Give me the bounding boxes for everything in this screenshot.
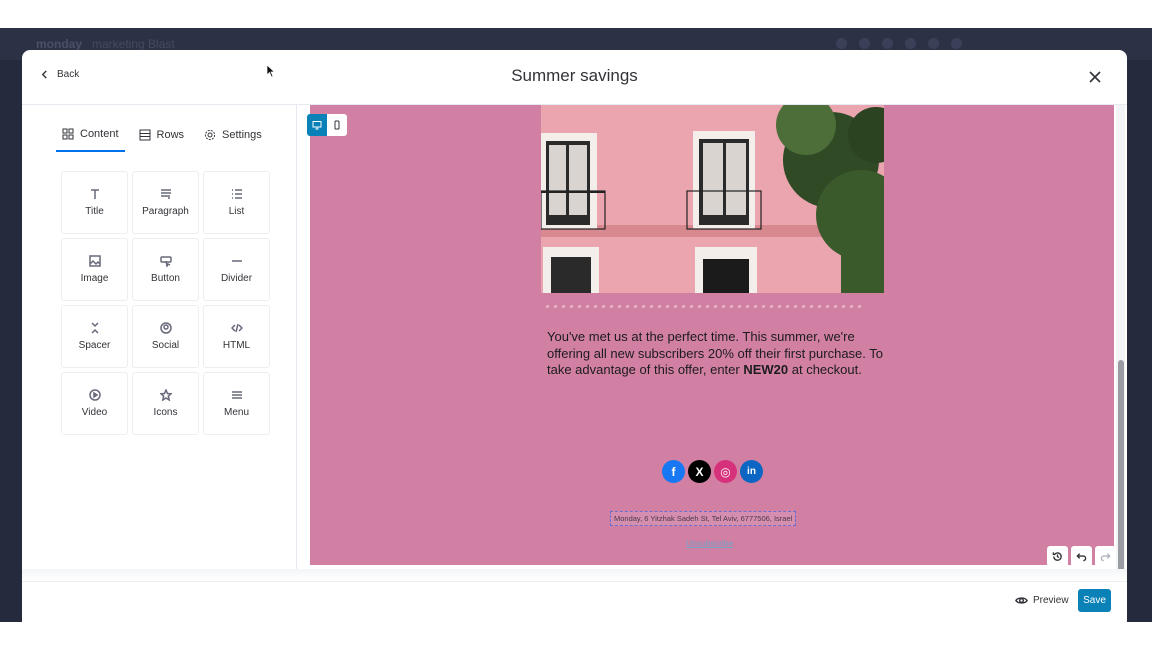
preview-label: Preview <box>1033 595 1069 606</box>
list-icon <box>231 189 242 199</box>
block-title[interactable]: Title <box>61 171 128 234</box>
panel-tabs: Content Rows Settings <box>56 125 276 152</box>
block-label: Menu <box>223 407 249 418</box>
mouse-cursor-icon <box>266 64 276 78</box>
grid-icon <box>62 128 74 140</box>
apps-icon <box>905 38 916 49</box>
block-icons[interactable]: Icons <box>132 372 199 435</box>
email-canvas[interactable]: You've met us at the perfect time. This … <box>310 105 1114 565</box>
block-spacer[interactable]: Spacer <box>61 305 128 368</box>
block-social[interactable]: Social <box>132 305 199 368</box>
instagram-icon[interactable]: ◎ <box>714 460 737 483</box>
block-label: Paragraph <box>142 206 189 217</box>
modal-header: Back Summer savings <box>22 50 1127 105</box>
block-label: List <box>228 206 245 217</box>
block-button[interactable]: Button <box>132 238 199 301</box>
desktop-view-button[interactable] <box>307 114 327 136</box>
history-button[interactable] <box>1047 546 1068 567</box>
paragraph-icon <box>160 189 171 199</box>
content-blocks-grid: Title Paragraph List Image Button Divide… <box>61 171 270 435</box>
block-label: Video <box>81 407 108 418</box>
hero-image[interactable] <box>541 105 884 293</box>
star-icon <box>159 389 172 401</box>
divider-icon <box>231 260 242 262</box>
block-list[interactable]: List <box>203 171 270 234</box>
block-divider[interactable]: Divider <box>203 238 270 301</box>
tab-content-label: Content <box>80 128 119 140</box>
footer-divider <box>22 569 1127 581</box>
mobile-view-button[interactable] <box>327 114 347 136</box>
redo-button[interactable] <box>1095 546 1116 567</box>
undo-button[interactable] <box>1071 546 1092 567</box>
spacer-icon <box>90 322 99 334</box>
eye-icon <box>1015 597 1028 604</box>
save-button[interactable]: Save <box>1078 589 1111 612</box>
body-text-part2: at checkout. <box>788 362 862 377</box>
content-panel: Content Rows Settings Title Paragraph Li… <box>22 105 297 578</box>
tab-rows[interactable]: Rows <box>133 125 191 152</box>
history-controls <box>1047 546 1116 567</box>
x-icon[interactable]: X <box>688 460 711 483</box>
close-icon[interactable] <box>1087 69 1103 85</box>
block-label: Image <box>80 273 109 284</box>
menu-icon <box>231 391 242 399</box>
gear-icon <box>204 129 216 141</box>
invite-icon <box>882 38 893 49</box>
block-label: Button <box>151 273 180 284</box>
block-label: Spacer <box>78 340 111 351</box>
inbox-icon <box>859 38 870 49</box>
tab-content[interactable]: Content <box>56 125 125 152</box>
unsubscribe-link[interactable]: Unsubscribe <box>686 538 733 548</box>
phone-icon <box>334 120 340 130</box>
bottom-margin <box>0 622 1152 648</box>
block-paragraph[interactable]: Paragraph <box>132 171 199 234</box>
tab-rows-label: Rows <box>156 129 185 141</box>
text-t-icon <box>90 189 99 199</box>
block-label: Title <box>85 206 104 217</box>
rows-icon <box>139 129 151 141</box>
button-icon <box>159 256 172 267</box>
monitor-icon <box>312 121 322 130</box>
tab-settings-label: Settings <box>222 129 262 141</box>
footer-address[interactable]: Monday, 6 Yitzhak Sadeh St, Tel Aviv, 67… <box>610 511 797 526</box>
history-icon <box>1052 552 1062 561</box>
block-label: Divider <box>220 273 253 284</box>
dotted-divider <box>546 305 861 308</box>
facebook-icon[interactable]: f <box>662 460 685 483</box>
email-body-paragraph[interactable]: You've met us at the perfect time. This … <box>547 329 887 379</box>
block-image[interactable]: Image <box>61 238 128 301</box>
device-toggle <box>307 114 347 136</box>
block-menu[interactable]: Menu <box>203 372 270 435</box>
preview-button[interactable]: Preview <box>1015 594 1069 607</box>
play-icon <box>88 389 101 401</box>
block-label: HTML <box>222 340 251 351</box>
block-label: Social <box>151 340 180 351</box>
promo-code: NEW20 <box>743 362 789 377</box>
code-icon <box>230 323 243 333</box>
search-icon <box>951 38 962 49</box>
app-topbar-icons <box>836 38 962 49</box>
undo-icon <box>1076 553 1087 562</box>
help-icon <box>928 38 939 49</box>
social-icons-row: f X ◎ in <box>662 460 763 483</box>
app-breadcrumb: marketing Blast <box>92 37 175 51</box>
image-icon <box>88 255 101 267</box>
tab-settings[interactable]: Settings <box>198 125 268 152</box>
app-logo: monday <box>36 37 83 51</box>
block-html[interactable]: HTML <box>203 305 270 368</box>
email-editor-modal: Back Summer savings Content Rows Setting… <box>22 50 1127 622</box>
bell-icon <box>836 38 847 49</box>
user-circle-icon <box>159 322 172 334</box>
redo-icon <box>1100 553 1111 562</box>
block-video[interactable]: Video <box>61 372 128 435</box>
top-margin <box>0 0 1152 28</box>
linkedin-icon[interactable]: in <box>740 460 763 483</box>
block-label: Icons <box>153 407 178 418</box>
modal-title: Summer savings <box>511 66 638 85</box>
modal-footer <box>22 581 1127 622</box>
building-photo <box>541 105 884 293</box>
scrollbar-thumb[interactable] <box>1118 360 1124 578</box>
